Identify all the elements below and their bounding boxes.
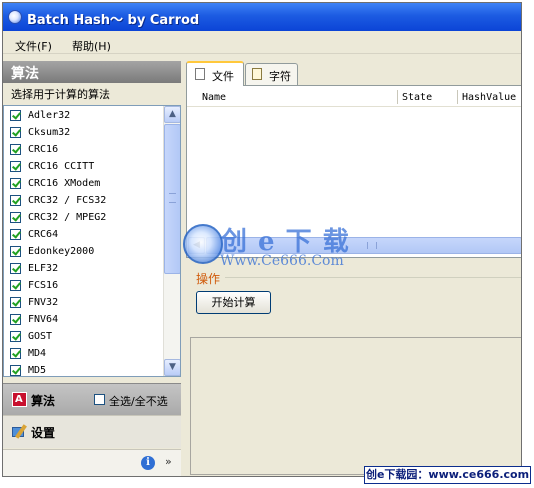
algorithm-checkbox[interactable] (10, 144, 21, 155)
algorithm-label: CRC16 XModem (28, 178, 101, 189)
algorithm-label: Edonkey2000 (28, 246, 95, 257)
algorithm-checkbox[interactable] (10, 297, 21, 308)
algorithm-panel-title: 算法 (11, 66, 39, 82)
settings-section-label: 设置 (31, 426, 56, 440)
algorithm-label: CRC32 / FCS32 (28, 195, 107, 206)
algorithm-checkbox[interactable] (10, 195, 21, 206)
menu-help[interactable]: 帮助(H) (72, 38, 111, 54)
tab-strip: 文件 字符 (186, 61, 521, 86)
column-divider[interactable] (457, 90, 458, 104)
list-item[interactable]: CRC64 (10, 227, 160, 243)
algorithm-checkbox[interactable] (10, 348, 21, 359)
algorithm-label: MD5 (28, 365, 47, 376)
algorithm-label: FNV32 (28, 297, 59, 308)
algorithm-label: Adler32 (28, 110, 71, 121)
algorithm-label: CRC64 (28, 229, 59, 240)
algorithm-checkbox[interactable] (10, 314, 21, 325)
list-item[interactable]: MD4 (10, 346, 160, 362)
scroll-up-icon[interactable]: ▲ (164, 106, 180, 123)
watermark-logo-icon (183, 224, 223, 264)
list-item[interactable]: CRC32 / MPEG2 (10, 210, 160, 226)
list-item[interactable]: CRC32 / FCS32 (10, 193, 160, 209)
tab-file-label: 文件 (212, 70, 234, 83)
tab-string-label: 字符 (269, 70, 291, 83)
column-header-hashvalue[interactable]: HashValue (462, 92, 516, 103)
app-icon (8, 10, 22, 24)
title-bar[interactable]: Batch Hash〜 by Carrod (3, 3, 521, 31)
algorithm-checkbox[interactable] (10, 365, 21, 376)
list-item[interactable]: FCS16 (10, 278, 160, 294)
settings-section-bar[interactable]: 设置 (3, 415, 181, 448)
tab-file[interactable]: 文件 (186, 61, 244, 86)
window-title: Batch Hash〜 by Carrod (27, 13, 200, 28)
algorithm-checkbox[interactable] (10, 280, 21, 291)
info-icon[interactable]: i (141, 456, 155, 470)
algorithm-label: ELF32 (28, 263, 59, 274)
column-header-state[interactable]: State (402, 92, 432, 103)
list-item[interactable]: Cksum32 (10, 125, 160, 141)
column-divider[interactable] (397, 90, 398, 104)
algorithm-checkbox[interactable] (10, 212, 21, 223)
algorithm-label: FCS16 (28, 280, 59, 291)
algorithm-label: GOST (28, 331, 53, 342)
tab-string[interactable]: 字符 (245, 63, 298, 86)
algorithm-checkbox[interactable] (10, 127, 21, 138)
list-item[interactable]: Edonkey2000 (10, 244, 160, 260)
algorithm-checkbox[interactable] (10, 229, 21, 240)
algorithm-checkbox[interactable] (10, 178, 21, 189)
algorithm-section-label: 算法 (31, 394, 56, 408)
output-area (190, 337, 521, 475)
menu-bar: 文件(F) 帮助(H) (3, 31, 521, 54)
algorithm-label: Cksum32 (28, 127, 71, 138)
scroll-thumb[interactable] (164, 124, 180, 274)
algorithm-label: MD4 (28, 348, 47, 359)
grip-icon (169, 193, 176, 203)
algorithm-label: FNV64 (28, 314, 59, 325)
algorithm-list-scrollbar[interactable]: ▲ ▼ (163, 106, 180, 376)
header-divider (187, 106, 521, 107)
algorithm-checkbox[interactable] (10, 263, 21, 274)
list-item[interactable]: CRC16 CCITT (10, 159, 160, 175)
grip-icon (367, 242, 377, 249)
start-calculation-button[interactable]: 开始计算 (196, 291, 271, 314)
algorithm-panel-subtitle: 选择用于计算的算法 (11, 88, 110, 101)
select-all-checkbox[interactable] (94, 394, 105, 405)
site-footer-badge: 创e下载园：www.ce666.com (364, 466, 531, 484)
menu-file[interactable]: 文件(F) (15, 38, 52, 54)
text-icon (252, 68, 262, 80)
algorithm-label: CRC16 (28, 144, 59, 155)
list-item[interactable]: FNV64 (10, 312, 160, 328)
operations-group-divider (225, 277, 521, 278)
operations-group-label: 操作 (196, 272, 221, 286)
list-item[interactable]: CRC16 (10, 142, 160, 158)
scroll-down-icon[interactable]: ▼ (164, 359, 180, 376)
watermark-url: Www.Ce666.Com (220, 253, 344, 269)
column-header-name[interactable]: Name (202, 92, 226, 103)
algorithm-checkbox[interactable] (10, 246, 21, 257)
file-icon (195, 68, 205, 80)
settings-icon (12, 424, 27, 439)
chevron-right-icon[interactable]: » (165, 455, 172, 468)
algorithm-label: CRC16 CCITT (28, 161, 95, 172)
algorithm-icon: A (12, 392, 27, 407)
algorithm-checkbox[interactable] (10, 110, 21, 121)
algorithm-section-bar[interactable]: A 算法 全选/全不选 (3, 383, 181, 416)
app-window: Batch Hash〜 by Carrod 文件(F) 帮助(H) 算法 选择用… (2, 2, 522, 477)
list-item[interactable]: GOST (10, 329, 160, 345)
list-item[interactable]: CRC16 XModem (10, 176, 160, 192)
algorithm-panel-header: 算法 (3, 61, 181, 83)
algorithm-list[interactable]: Adler32 Cksum32 CRC16 CRC16 CCITT CRC16 … (3, 105, 181, 377)
algorithm-checkbox[interactable] (10, 161, 21, 172)
list-item[interactable]: ELF32 (10, 261, 160, 277)
list-item[interactable]: MD5 (10, 363, 160, 376)
list-item[interactable]: Adler32 (10, 108, 160, 124)
list-item[interactable]: FNV32 (10, 295, 160, 311)
algorithm-checkbox[interactable] (10, 331, 21, 342)
left-status-bar: i » (3, 449, 181, 476)
select-all-label: 全选/全不选 (109, 395, 168, 408)
algorithm-label: CRC32 / MPEG2 (28, 212, 107, 223)
